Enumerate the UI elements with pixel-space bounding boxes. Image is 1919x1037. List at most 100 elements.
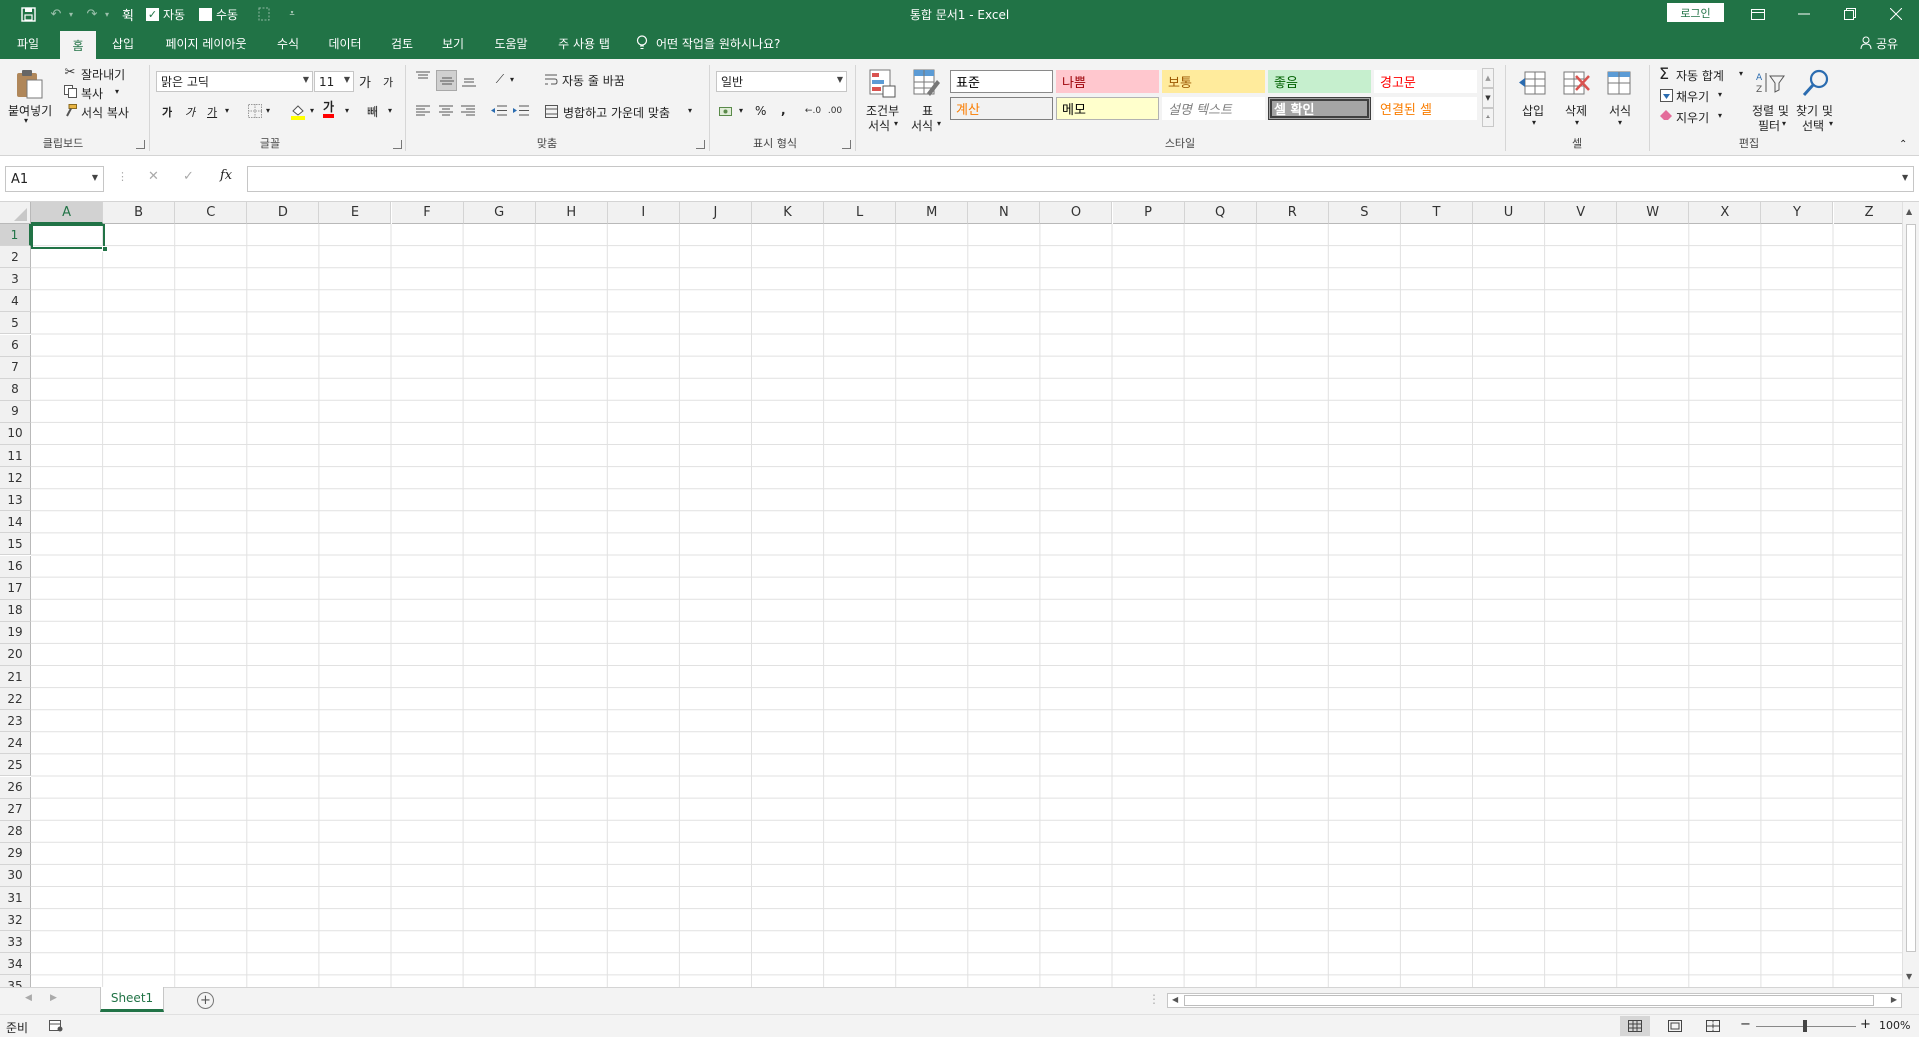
enter-icon[interactable]: ✓: [183, 169, 194, 184]
format-painter-icon[interactable]: [63, 103, 77, 117]
row-header-3[interactable]: 3: [0, 268, 31, 291]
fill-handle[interactable]: [102, 246, 108, 252]
increase-indent-icon[interactable]: [513, 104, 529, 116]
row-header-28[interactable]: 28: [0, 820, 31, 843]
align-bottom-icon[interactable]: [460, 73, 478, 89]
scroll-right-icon[interactable]: ▶: [1891, 995, 1897, 1004]
font-glyph-icon[interactable]: 휙: [118, 4, 138, 24]
row-header-12[interactable]: 12: [0, 467, 31, 490]
merge-dropdown-icon[interactable]: ▾: [688, 106, 692, 115]
format-as-table-icon[interactable]: [911, 67, 941, 99]
normal-view-icon[interactable]: [1620, 1016, 1650, 1036]
wrap-text-button[interactable]: 자동 줄 바꿈: [562, 72, 625, 89]
worksheet-grid[interactable]: ABCDEFGHIJKLMNOPQRSTUVWXYZ 1 2 3 4 5 6 7 8 9 10 11…: [0, 202, 1919, 987]
tab-help[interactable]: 도움말: [483, 28, 539, 59]
row-header-27[interactable]: 27: [0, 798, 31, 821]
style-warning[interactable]: 경고문: [1374, 70, 1477, 93]
row-header-25[interactable]: 25: [0, 754, 31, 777]
select-all-button[interactable]: [0, 202, 31, 224]
macro-record-icon[interactable]: [48, 1019, 64, 1033]
decrease-decimal-icon[interactable]: .00: [826, 103, 844, 119]
shrink-font-button[interactable]: 가: [383, 74, 393, 90]
style-neutral[interactable]: 보통: [1162, 70, 1265, 93]
underline-dropdown-icon[interactable]: ▾: [225, 106, 229, 115]
column-header-s[interactable]: S: [1328, 202, 1401, 224]
row-header-20[interactable]: 20: [0, 643, 31, 666]
tab-insert[interactable]: 삽입: [103, 28, 143, 59]
magnifier-icon[interactable]: [1800, 67, 1832, 99]
row-header-6[interactable]: 6: [0, 334, 31, 357]
row-header-11[interactable]: 11: [0, 445, 31, 468]
conditional-format-icon[interactable]: [867, 67, 897, 99]
add-sheet-icon[interactable]: +: [197, 992, 214, 1009]
orientation-icon[interactable]: ⟋: [491, 71, 509, 87]
format-cells-icon[interactable]: [1604, 67, 1634, 99]
save-icon[interactable]: [18, 4, 38, 24]
row-header-15[interactable]: 15: [0, 533, 31, 556]
tab-split-grip-icon[interactable]: ⋮: [1148, 992, 1160, 1006]
column-header-h[interactable]: H: [535, 202, 608, 224]
row-header-34[interactable]: 34: [0, 953, 31, 976]
merge-center-button[interactable]: 병합하고 가운데 맞춤: [563, 104, 670, 121]
login-button[interactable]: 로그인: [1667, 3, 1724, 22]
phonetic-dropdown-icon[interactable]: ▾: [388, 106, 392, 115]
row-header-5[interactable]: 5: [0, 312, 31, 335]
zoom-out-icon[interactable]: −: [1740, 1017, 1751, 1032]
column-header-u[interactable]: U: [1473, 202, 1546, 224]
tab-file[interactable]: 파일: [4, 28, 52, 59]
row-header-19[interactable]: 19: [0, 621, 31, 644]
scroll-down-icon[interactable]: ▼: [1906, 972, 1912, 981]
find-select-label-2[interactable]: 선택: [1802, 117, 1824, 134]
alignment-launcher-icon[interactable]: [696, 140, 705, 149]
format-as-table-dropdown-icon[interactable]: ▾: [937, 119, 941, 128]
eraser-icon[interactable]: [1659, 108, 1673, 122]
expand-formula-bar-icon[interactable]: ▼: [1902, 173, 1908, 182]
fill-down-icon[interactable]: [1659, 88, 1673, 102]
style-calculation[interactable]: 계산: [950, 97, 1053, 120]
prev-sheet-icon[interactable]: ◀: [25, 993, 32, 1003]
sort-filter-dropdown-icon[interactable]: ▾: [1782, 119, 1786, 128]
style-note[interactable]: 메모: [1056, 97, 1159, 120]
fill-color-dropdown-icon[interactable]: ▾: [310, 106, 314, 115]
name-box[interactable]: A1 ▼: [5, 166, 104, 192]
ribbon-display-icon[interactable]: [1735, 0, 1781, 28]
italic-button[interactable]: 가: [185, 104, 195, 120]
zoom-level[interactable]: 100%: [1879, 1019, 1910, 1032]
column-header-c[interactable]: C: [175, 202, 248, 224]
row-header-16[interactable]: 16: [0, 555, 31, 578]
row-header-26[interactable]: 26: [0, 776, 31, 799]
fill-color-icon[interactable]: [289, 102, 307, 120]
percent-button[interactable]: %: [755, 104, 766, 118]
column-header-a[interactable]: A: [31, 202, 104, 224]
insert-dropdown-icon[interactable]: ▾: [1532, 118, 1536, 127]
tab-home[interactable]: 홈: [60, 31, 96, 59]
collapse-ribbon-icon[interactable]: ⌃: [1899, 139, 1907, 150]
row-header-9[interactable]: 9: [0, 400, 31, 423]
scroll-left-icon[interactable]: ◀: [1172, 995, 1178, 1004]
row-header-23[interactable]: 23: [0, 710, 31, 733]
column-header-p[interactable]: P: [1112, 202, 1185, 224]
page-break-view-icon[interactable]: [1698, 1016, 1728, 1036]
manual-checkbox[interactable]: 수동: [199, 5, 238, 23]
formula-input[interactable]: [247, 166, 1914, 192]
comma-button[interactable]: ,: [781, 103, 786, 117]
row-header-21[interactable]: 21: [0, 666, 31, 689]
column-header-j[interactable]: J: [679, 202, 752, 224]
row-header-17[interactable]: 17: [0, 577, 31, 600]
style-explanatory[interactable]: 설명 텍스트: [1162, 97, 1265, 120]
row-header-1[interactable]: 1: [0, 224, 31, 247]
row-header-7[interactable]: 7: [0, 356, 31, 379]
tell-me-search[interactable]: 어떤 작업을 원하시나요?: [636, 28, 816, 59]
align-middle-icon[interactable]: [436, 70, 457, 91]
column-header-w[interactable]: W: [1617, 202, 1690, 224]
align-left-icon[interactable]: [416, 104, 430, 116]
paste-dropdown-icon[interactable]: ▾: [24, 116, 28, 125]
autosum-dropdown-icon[interactable]: ▾: [1739, 69, 1743, 78]
merge-center-icon[interactable]: [544, 104, 558, 118]
phonetic-button[interactable]: 빼: [367, 103, 378, 120]
font-color-button[interactable]: 가: [323, 101, 335, 118]
align-top-icon[interactable]: [414, 69, 432, 85]
sort-filter-label-2[interactable]: 필터: [1758, 117, 1780, 134]
number-format-select[interactable]: 일반 ▼: [716, 71, 847, 92]
row-header-22[interactable]: 22: [0, 688, 31, 711]
